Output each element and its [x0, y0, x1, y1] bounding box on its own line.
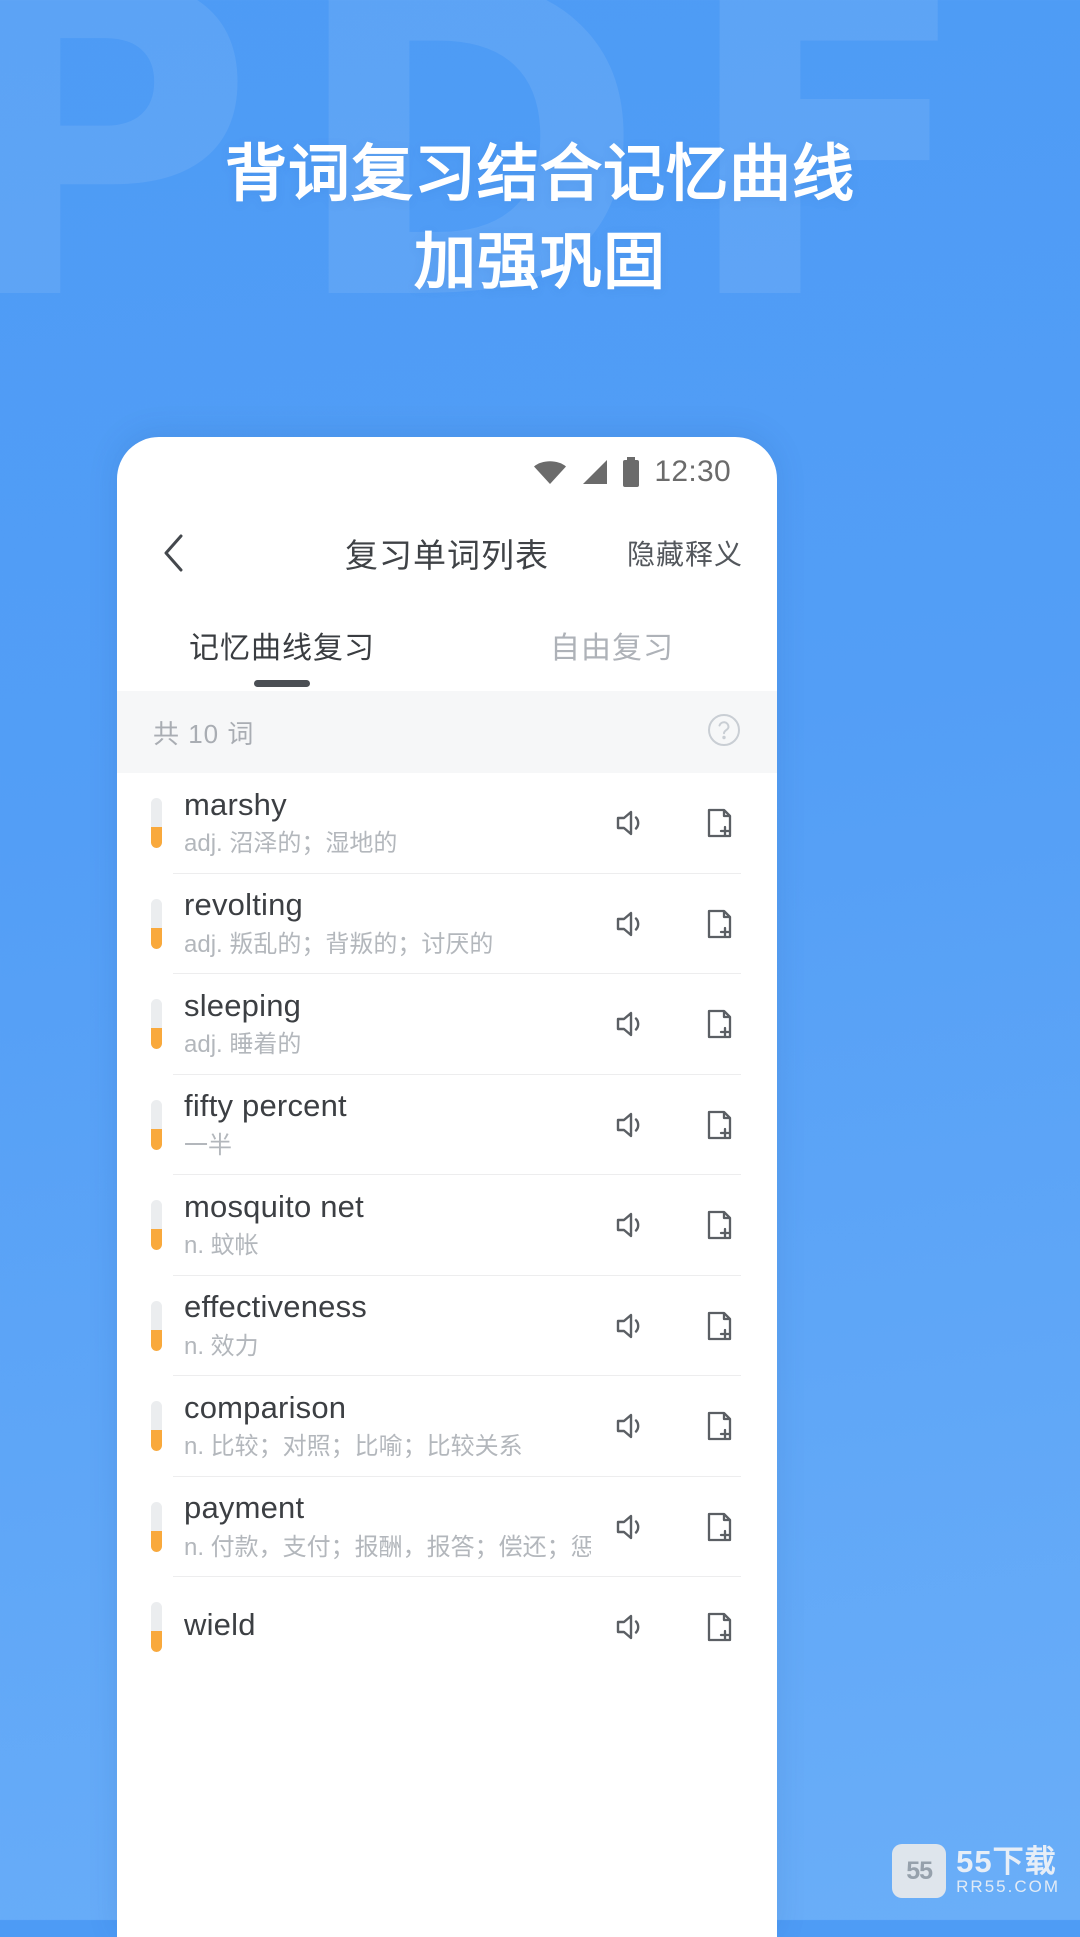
status-bar-time: 12:30 [654, 455, 731, 488]
review-progress-indicator [151, 1401, 162, 1452]
tab-free-review[interactable]: 自由复习 [447, 599, 777, 691]
word-term: mosquito net [184, 1188, 364, 1224]
site-domain: RR55.COM [956, 1877, 1060, 1897]
word-entry-text: effectiveness n. 效力 [184, 1288, 591, 1363]
word-list-item[interactable]: payment n. 付款，支付；报酬，报答；偿还；惩罚，报应 [117, 1477, 777, 1578]
word-entry-text: mosquito net n. 蚊帐 [184, 1188, 591, 1263]
wifi-icon [533, 459, 567, 485]
word-definition: n. 蚊帐 [184, 1232, 259, 1260]
word-row-actions [607, 1404, 741, 1448]
speaker-volume-icon[interactable] [607, 1002, 651, 1046]
review-progress-indicator [151, 1602, 162, 1653]
word-count-text: 共 10 词 [153, 718, 255, 749]
review-progress-indicator [151, 1099, 162, 1150]
add-to-notebook-icon[interactable] [697, 801, 741, 845]
word-row-actions [607, 1605, 741, 1649]
word-definition: 一半 [184, 1131, 232, 1159]
hide-definition-button[interactable]: 隐藏释义 [627, 533, 743, 573]
question-mark-circle-icon[interactable] [707, 713, 741, 752]
word-list-item[interactable]: effectiveness n. 效力 [117, 1276, 777, 1377]
tab-memory-curve-review[interactable]: 记忆曲线复习 [117, 599, 447, 691]
speaker-volume-icon[interactable] [607, 801, 651, 845]
word-row-actions [607, 801, 741, 845]
word-entry-text: wield [184, 1606, 591, 1649]
back-chevron-icon[interactable] [151, 531, 195, 575]
word-term: marshy [184, 786, 287, 822]
review-progress-indicator [151, 1200, 162, 1251]
word-term: comparison [184, 1389, 347, 1425]
word-list-item[interactable]: mosquito net n. 蚊帐 [117, 1175, 777, 1276]
speaker-volume-icon[interactable] [607, 1505, 651, 1549]
app-bar: 复习单词列表 隐藏释义 [117, 507, 777, 599]
word-term: wield [184, 1606, 256, 1642]
speaker-volume-icon[interactable] [607, 1203, 651, 1247]
status-bar: 12:30 [117, 437, 777, 507]
review-progress-indicator [151, 999, 162, 1050]
word-entry-text: revolting adj. 叛乱的；背叛的；讨厌的 [184, 886, 591, 961]
site-watermark-badge: 55 55下载 RR55.COM [892, 1844, 1060, 1898]
add-to-notebook-icon[interactable] [697, 1103, 741, 1147]
word-entry-text: marshy adj. 沼泽的；湿地的 [184, 786, 591, 861]
word-list-item[interactable]: wield [117, 1577, 777, 1678]
add-to-notebook-icon[interactable] [697, 1605, 741, 1649]
word-definition: adj. 沼泽的；湿地的 [184, 830, 398, 858]
add-to-notebook-icon[interactable] [697, 1505, 741, 1549]
add-to-notebook-icon[interactable] [697, 1304, 741, 1348]
review-progress-indicator [151, 798, 162, 849]
word-term: sleeping [184, 987, 302, 1023]
word-row-actions [607, 1002, 741, 1046]
word-row-actions [607, 1304, 741, 1348]
site-logo-mark: 55 [892, 1844, 947, 1898]
speaker-volume-icon[interactable] [607, 1404, 651, 1448]
speaker-volume-icon[interactable] [607, 1304, 651, 1348]
speaker-volume-icon[interactable] [607, 1605, 651, 1649]
word-row-actions [607, 1505, 741, 1549]
word-definition: n. 付款，支付；报酬，报答；偿还；惩罚，报应 [184, 1533, 591, 1561]
word-entry-text: payment n. 付款，支付；报酬，报答；偿还；惩罚，报应 [184, 1489, 591, 1564]
word-row-actions [607, 902, 741, 946]
word-list-item[interactable]: marshy adj. 沼泽的；湿地的 [117, 773, 777, 874]
word-definition: adj. 叛乱的；背叛的；讨厌的 [184, 930, 494, 958]
word-list-item[interactable]: fifty percent 一半 [117, 1075, 777, 1176]
word-entry-text: fifty percent 一半 [184, 1087, 591, 1162]
signal-icon [580, 459, 608, 485]
word-term: payment [184, 1490, 305, 1526]
headline-line-2: 加强巩固 [413, 225, 666, 299]
site-name: 55下载 [956, 1843, 1057, 1879]
word-entry-text: comparison n. 比较；对照；比喻；比较关系 [184, 1389, 591, 1464]
promo-headline: 背词复习结合记忆曲线 加强巩固 [0, 130, 1080, 306]
word-row-actions [607, 1103, 741, 1147]
phone-mockup: 12:30 复习单词列表 隐藏释义 记忆曲线复习 自由复习 共 10 词 mar… [117, 437, 777, 1937]
tab-label: 记忆曲线复习 [189, 632, 375, 665]
add-to-notebook-icon[interactable] [697, 1002, 741, 1046]
tab-bar: 记忆曲线复习 自由复习 [117, 599, 777, 691]
speaker-volume-icon[interactable] [607, 902, 651, 946]
review-progress-indicator [151, 1501, 162, 1552]
word-list: marshy adj. 沼泽的；湿地的 revolting adj. 叛乱的；背叛的；… [117, 773, 777, 1678]
word-definition: n. 比较；对照；比喻；比较关系 [184, 1433, 523, 1461]
tab-label: 自由复习 [550, 632, 674, 665]
word-list-item[interactable]: sleeping adj. 睡着的 [117, 974, 777, 1075]
review-progress-indicator [151, 1300, 162, 1351]
word-definition: n. 效力 [184, 1332, 259, 1360]
word-row-actions [607, 1203, 741, 1247]
word-term: fifty percent [184, 1088, 347, 1124]
add-to-notebook-icon[interactable] [697, 902, 741, 946]
word-term: effectiveness [184, 1289, 367, 1325]
add-to-notebook-icon[interactable] [697, 1404, 741, 1448]
word-count-bar: 共 10 词 [117, 691, 777, 773]
speaker-volume-icon[interactable] [607, 1103, 651, 1147]
word-list-item[interactable]: comparison n. 比较；对照；比喻；比较关系 [117, 1376, 777, 1477]
word-term: revolting [184, 887, 303, 923]
battery-icon [621, 457, 641, 487]
add-to-notebook-icon[interactable] [697, 1203, 741, 1247]
word-entry-text: sleeping adj. 睡着的 [184, 987, 591, 1062]
review-progress-indicator [151, 898, 162, 949]
headline-line-1: 背词复习结合记忆曲线 [224, 137, 855, 210]
word-definition: adj. 睡着的 [184, 1031, 302, 1059]
word-list-item[interactable]: revolting adj. 叛乱的；背叛的；讨厌的 [117, 874, 777, 975]
tab-active-underline [254, 680, 310, 687]
